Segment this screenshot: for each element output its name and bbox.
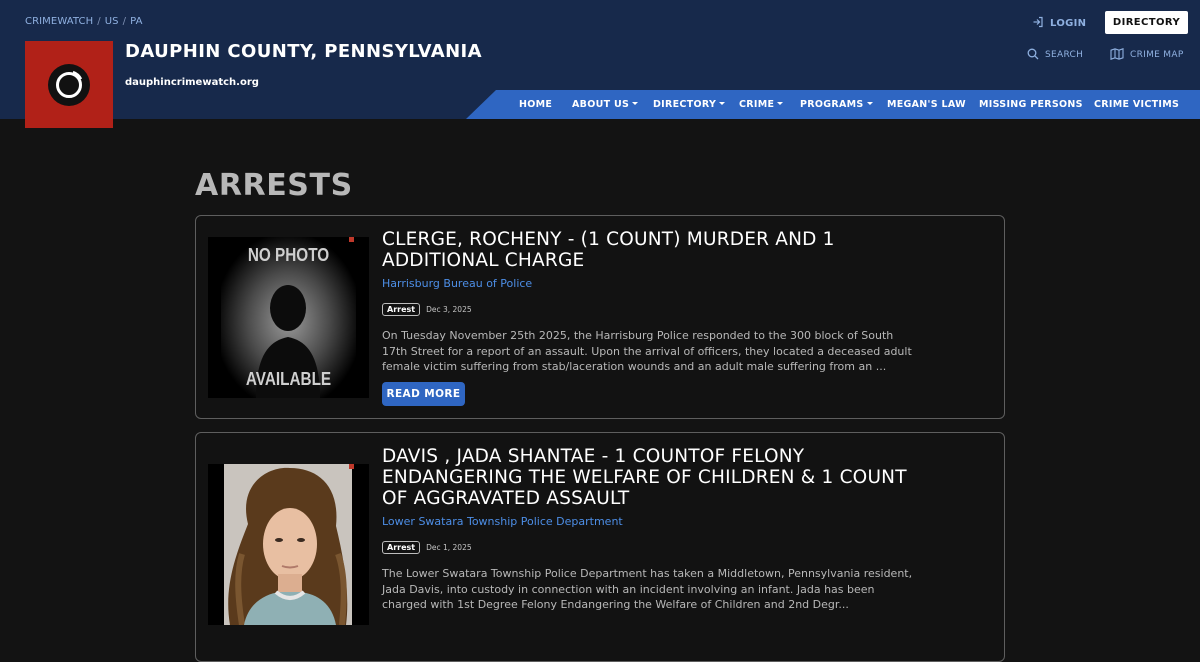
breadcrumb-crimewatch[interactable]: CRIMEWATCH — [25, 16, 93, 27]
site-header: CRIMEWATCH / US / PA DAUPHIN COUNTY, PENNSYL… — [0, 0, 1200, 119]
login-icon — [1032, 16, 1044, 31]
no-photo-placeholder: NO PHOTO AVAILABLE — [208, 237, 369, 398]
directory-button[interactable]: DIRECTORY — [1105, 11, 1188, 34]
nav-home-label: HOME — [519, 99, 553, 110]
nav-crime-victims[interactable]: CRIME VICTIMS — [1094, 90, 1179, 119]
arrest-badge: Arrest — [382, 541, 421, 554]
mugshot-photo — [208, 464, 369, 625]
arrest-card: NO PHOTO AVAILABLE CLERGE, ROCHENY - (1 … — [195, 215, 1005, 419]
crime-map-label: CRIME MAP — [1130, 50, 1184, 60]
agency-logo[interactable] — [25, 41, 113, 128]
nav-programs-label: PROGRAMS — [800, 99, 864, 110]
no-photo-line2: AVAILABLE — [245, 369, 332, 389]
chevron-down-icon — [866, 102, 873, 105]
arrest-card-body: DAVIS , JADA SHANTAE - 1 COUNTOF FELONY … — [382, 446, 922, 613]
nav-directory[interactable]: DIRECTORY — [653, 90, 726, 119]
crimewatch-logo-icon — [48, 63, 90, 106]
nav-missing-persons[interactable]: MISSING PERSONS — [979, 90, 1083, 119]
arrest-meta: Arrest Dec 1, 2025 — [382, 541, 922, 554]
no-photo-line1: NO PHOTO — [247, 245, 330, 265]
map-icon — [1110, 47, 1124, 63]
search-icon — [1027, 48, 1039, 63]
arrest-summary: The Lower Swatara Township Police Depart… — [382, 567, 913, 611]
breadcrumb-pa[interactable]: PA — [130, 16, 142, 27]
page-title: ARRESTS — [195, 168, 353, 203]
nav-crime[interactable]: CRIME — [739, 90, 784, 119]
arrest-agency-link[interactable]: Lower Swatara Township Police Department — [382, 515, 922, 528]
arrest-summary: On Tuesday November 25th 2025, the Harri… — [382, 329, 912, 373]
read-more-button[interactable]: READ MORE — [382, 382, 465, 406]
breadcrumb: CRIMEWATCH / US / PA — [25, 16, 143, 27]
nav-missing-persons-label: MISSING PERSONS — [979, 99, 1083, 110]
login-label: LOGIN — [1050, 17, 1087, 29]
nav-about-us-label: ABOUT US — [572, 99, 630, 110]
search-label: SEARCH — [1045, 50, 1084, 60]
breadcrumb-us[interactable]: US — [105, 16, 119, 27]
nav-crime-label: CRIME — [739, 99, 775, 110]
chevron-down-icon — [777, 102, 784, 105]
arrest-title[interactable]: CLERGE, ROCHENY - (1 COUNT) MURDER AND 1… — [382, 229, 922, 271]
nav-megans-law[interactable]: MEGAN'S LAW — [887, 90, 966, 119]
arrest-date: Dec 1, 2025 — [426, 543, 472, 552]
main-nav: HOME ABOUT US DIRECTORY CRIME PROGRAMS M… — [466, 90, 1200, 119]
nav-home[interactable]: HOME — [519, 90, 552, 119]
chevron-down-icon — [632, 102, 639, 105]
login-link[interactable]: LOGIN — [1032, 15, 1086, 31]
arrest-card: DAVIS , JADA SHANTAE - 1 COUNTOF FELONY … — [195, 432, 1005, 662]
arrest-card-body: CLERGE, ROCHENY - (1 COUNT) MURDER AND 1… — [382, 229, 922, 375]
nav-about-us[interactable]: ABOUT US — [572, 90, 639, 119]
arrest-date: Dec 3, 2025 — [426, 305, 472, 314]
site-title[interactable]: DAUPHIN COUNTY, PENNSYLVANIA — [125, 41, 482, 62]
nav-megans-law-label: MEGAN'S LAW — [887, 99, 966, 110]
chevron-down-icon — [719, 102, 726, 105]
crime-map-link[interactable]: CRIME MAP — [1110, 47, 1184, 63]
arrest-title[interactable]: DAVIS , JADA SHANTAE - 1 COUNTOF FELONY … — [382, 446, 922, 509]
nav-programs[interactable]: PROGRAMS — [800, 90, 873, 119]
arrest-badge: Arrest — [382, 303, 421, 316]
arrest-meta: Arrest Dec 3, 2025 — [382, 303, 922, 316]
arrest-agency-link[interactable]: Harrisburg Bureau of Police — [382, 277, 922, 290]
search-link[interactable]: SEARCH — [1027, 47, 1083, 63]
nav-crime-victims-label: CRIME VICTIMS — [1094, 99, 1180, 110]
nav-directory-label: DIRECTORY — [653, 99, 717, 110]
site-url[interactable]: dauphincrimewatch.org — [125, 77, 259, 88]
